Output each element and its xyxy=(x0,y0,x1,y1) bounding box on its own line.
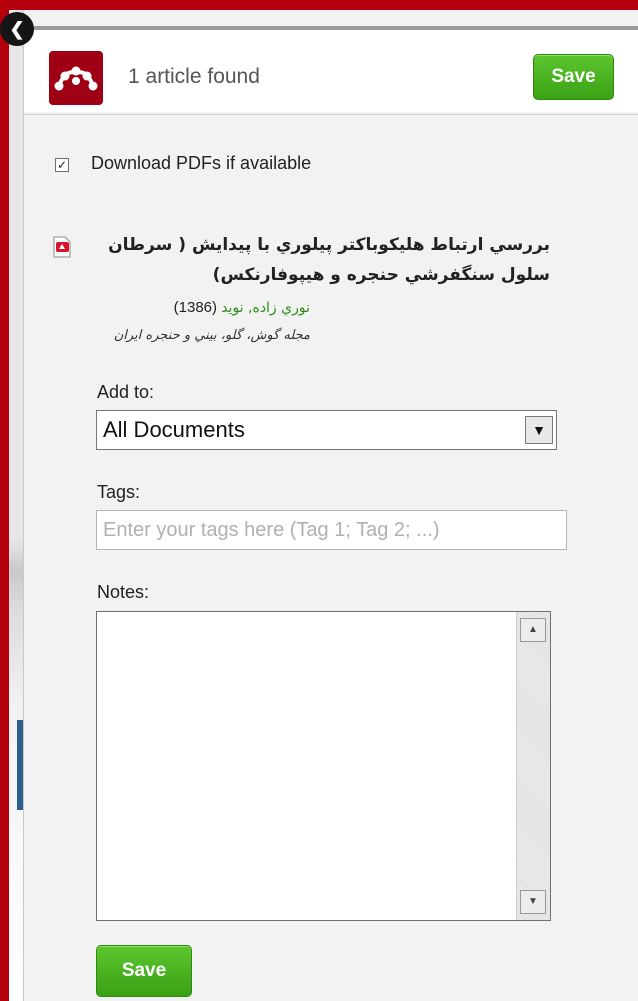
articles-found-text: 1 article found xyxy=(128,65,260,88)
download-pdfs-label[interactable]: Download PDFs if available xyxy=(91,153,311,174)
notes-scrollbar[interactable]: ▲ ▼ xyxy=(516,612,550,920)
article-authors[interactable]: نوري زاده, نويد xyxy=(221,300,310,316)
close-panel-icon[interactable]: ❮ xyxy=(0,12,34,46)
header-divider xyxy=(24,114,638,115)
add-to-label: Add to: xyxy=(97,382,155,402)
add-to-selected-value: All Documents xyxy=(103,417,245,442)
article-title: بررسي ارتباط هليكوباكتر پيلوري با پيدايش… xyxy=(108,235,550,285)
tags-label: Tags: xyxy=(97,482,141,502)
download-pdfs-checkbox[interactable]: ✓ xyxy=(55,158,69,172)
pdf-icon xyxy=(53,236,71,258)
notes-textarea[interactable]: ▲ ▼ xyxy=(96,611,551,921)
background-page-strip xyxy=(9,10,23,1001)
window-frame-left xyxy=(0,0,9,1001)
save-button-bottom[interactable]: Save xyxy=(96,945,192,997)
article-year: (1386) xyxy=(173,299,218,316)
import-panel: 1 article found Save ✓ Download PDFs if … xyxy=(23,10,638,1001)
article-journal: مجله گوش، گلو، بيني و حنجره ايران xyxy=(113,328,310,343)
tags-input[interactable] xyxy=(96,510,567,550)
save-button-top[interactable]: Save xyxy=(533,54,614,100)
scroll-down-arrow-icon[interactable]: ▼ xyxy=(520,890,546,914)
add-to-select[interactable]: All Documents ▼ xyxy=(96,410,557,450)
article-meta: نوري زاده, نويد (1386) xyxy=(94,299,310,316)
notes-label: Notes: xyxy=(97,582,150,602)
scroll-up-arrow-icon[interactable]: ▲ xyxy=(520,618,546,642)
dropdown-arrow-icon[interactable]: ▼ xyxy=(525,416,553,444)
mendeley-logo-icon xyxy=(49,51,103,105)
window-frame-top xyxy=(0,0,638,10)
